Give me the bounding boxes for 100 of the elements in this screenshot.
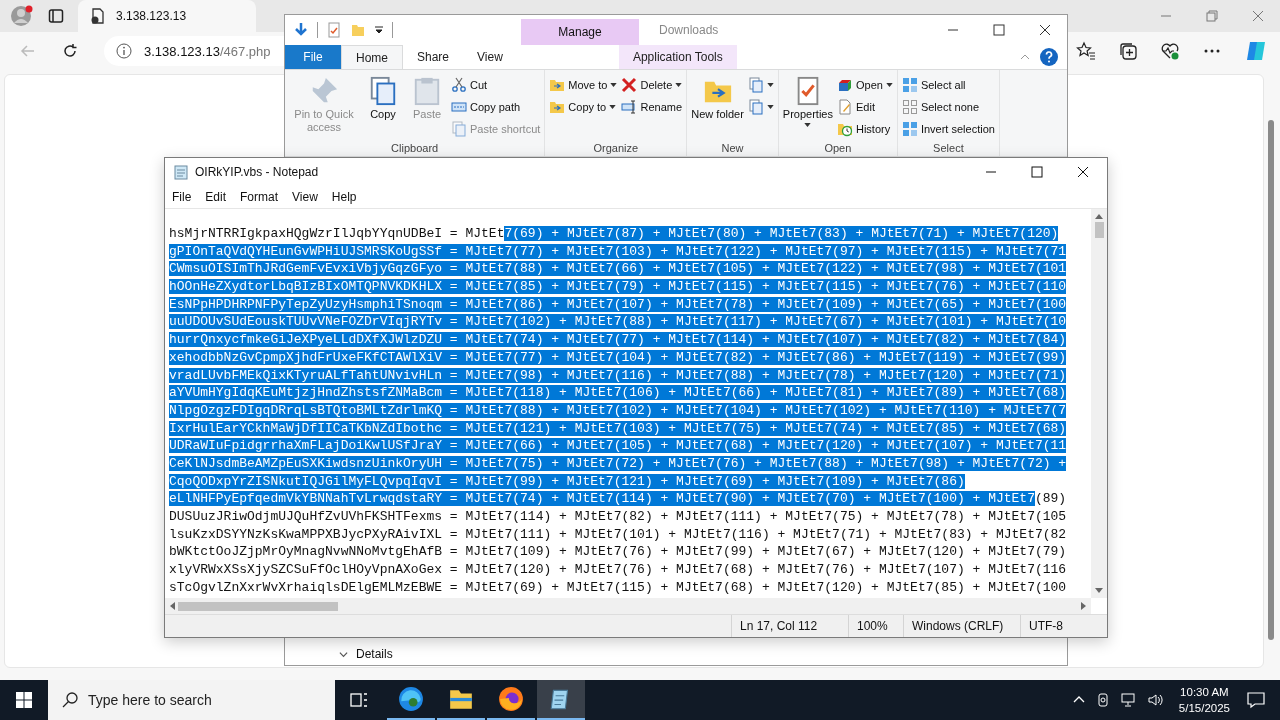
status-text: UTF-8 (1020, 615, 1107, 637)
help-icon[interactable] (1039, 47, 1059, 67)
menu-item[interactable]: Edit (205, 190, 227, 204)
code-text: hOOnHeZXydtorLbqBIzBIxOMTQPNVKDKHLX = MJtEt7(85) + MJtEt7(79) + MJtEt7(115) + MJtEt7(115) + MJtEt7(76) + MJtEt7(110 (169, 279, 1067, 295)
firefox-icon (498, 686, 524, 712)
code-text: (89) (1034, 491, 1067, 507)
clock-date[interactable]: 5/15/2025 (1178, 700, 1230, 717)
code-text: UDRaWIuFpidgrrhaXmFLajDoiKwlUSfJraY = MJtEt7(66) + MJtEt7(105) + MJtEt7(68) + MJtEt7(120) + MJtEt7(107) + MJtEt7(11 (169, 438, 1067, 454)
favorites-icon[interactable] (1076, 41, 1096, 61)
properties-icon[interactable] (326, 22, 342, 38)
window-title: Downloads (659, 23, 719, 37)
code-text: IxrHulEarYCkhMaWjDfIICaTKbNZdIbothc = MJtEt7(121) + MJtEt7(103) + MJtEt7(75) + MJtEt7(74) + MJtEt7(85) + MJtEt7(68) (169, 420, 1067, 436)
close-icon[interactable] (1077, 166, 1089, 178)
ribbon-tab[interactable]: Application Tools (618, 45, 737, 69)
menu-item[interactable]: File (172, 190, 192, 204)
doc-icon (747, 98, 764, 115)
code-text: xehodbbNzGvCpmpXjhdFrUxeFKfCTAWlXiV = MJtEt7(77) + MJtEt7(104) + MJtEt7(82) + MJtEt7(86) + MJtEt7(119) + MJtEt7(99) (169, 349, 1067, 365)
ribbon-button[interactable]: Invert selection (899, 118, 997, 139)
clock-time[interactable]: 10:30 AM (1180, 683, 1229, 700)
ribbon-button[interactable]: Cut (449, 74, 543, 95)
health-icon[interactable] (1160, 41, 1180, 61)
code-text: 7(69) + MJtEt7(87) + MJtEt7(80) + MJtEt7(83) + MJtEt7(71) + MJtEt7(120) (504, 226, 1059, 241)
ribbon-button[interactable]: Edit (835, 96, 895, 117)
code-text: gPIOnTaQVdQYHEunGvWPHiUJSMRSKoUgSSf = MJtEt7(77) + MJtEt7(103) + MJtEt7(122) + MJtEt7(97) + MJtEt7(115) + MJtEt7(71 (169, 243, 1067, 259)
ribbon-button[interactable]: Copy (361, 72, 405, 142)
refresh-icon[interactable] (62, 43, 78, 59)
maximize-icon[interactable] (993, 24, 1005, 36)
profile-icon[interactable] (10, 4, 34, 28)
doc-icon (451, 120, 467, 137)
ribbon-button[interactable]: Open (835, 74, 895, 95)
collections-icon[interactable] (1118, 41, 1138, 61)
network-icon[interactable] (1120, 692, 1137, 708)
ribbon-button[interactable]: Properties (780, 72, 835, 142)
dropdown-icon[interactable] (374, 25, 384, 35)
chevron-icon (339, 649, 348, 659)
doc-icon (747, 76, 764, 93)
code-text: lsuKzxDSYYNzKsKwaMPPXBJycPXyRAivIXL = MJtEt7(111) + MJtEt7(101) + MJtEt7(116) + MJtEt7(71) + MJtEt7(83) + MJtEt7(82 (169, 526, 1067, 542)
taskbar-app[interactable] (537, 680, 585, 720)
copilot-icon[interactable] (1244, 39, 1268, 63)
code-text: eLlNHFPyEpfqedmVkYBNNahTvLrwqdstaRY = MJtEt7(74) + MJtEt7(114) + MJtEt7(90) + MJtEt7(70) + MJtEt7(100) + MJtEt7 (169, 491, 1035, 507)
maximize-icon[interactable] (1031, 166, 1043, 178)
group-label: Open (823, 142, 853, 155)
right-arrow-icon[interactable] (1081, 602, 1087, 610)
gridempty-icon (901, 98, 918, 115)
ribbon-button[interactable]: History (835, 118, 895, 139)
group-label: Select (932, 142, 965, 155)
windows-icon[interactable] (16, 692, 32, 708)
browser-tab[interactable]: 3.138.123.13 (78, 0, 256, 32)
notification-icon[interactable] (1246, 690, 1266, 710)
ribbon-button[interactable]: Delete (619, 74, 685, 95)
code-text: vradLUvbFMEkQixKTyruALfTahtUNvivHLn = MJtEt7(98) + MJtEt7(116) + MJtEt7(88) + MJtEt7(78) + MJtEt7(120) + MJtEt7(71) (169, 367, 1067, 383)
details-toggle[interactable]: Details (339, 647, 393, 661)
ribbon-tab[interactable]: File (285, 45, 341, 69)
ribbon-button[interactable]: Select none (899, 96, 997, 117)
ribbon-button[interactable]: Copy to (547, 96, 620, 117)
code-text: uuUDOUvSUdEouskTUUvVNeFOZDrVIqjRYTv = MJtEt7(102) + MJtEt7(88) + MJtEt7(117) + MJtEt7(67) + MJtEt7(101) + MJtEt7(10 (169, 314, 1067, 330)
caret-icon (804, 122, 812, 127)
doc-icon (368, 76, 398, 106)
menu-item[interactable]: Help (331, 190, 357, 204)
rename-icon (621, 98, 638, 115)
group-label: Clipboard (390, 142, 440, 155)
down-arrow-icon[interactable] (1095, 588, 1103, 594)
tab-actions-icon[interactable] (48, 8, 64, 24)
code-text: bWKtctOoJZjpMrOyMnagNvwNNoMvtgEhAfB = MJtEt7(109) + MJtEt7(76) + MJtEt7(99) + MJtEt7(67) + MJtEt7(120) + MJtEt7(79) (169, 544, 1067, 560)
page-icon (90, 8, 106, 24)
ribbon-tab[interactable]: Home (341, 45, 403, 69)
edit-icon (837, 98, 853, 115)
ribbon-button[interactable]: Select all (899, 74, 997, 95)
search-field[interactable]: Type here to search (48, 680, 335, 720)
clip-icon (412, 76, 442, 106)
up-arrow-icon[interactable] (1095, 213, 1103, 219)
group-label: Organize (592, 142, 640, 155)
caret-icon (885, 82, 893, 87)
scroll-thumb[interactable] (178, 601, 338, 611)
code-text: DUSUuzJRiwOdjmUJQuHfZvUVhFKSHTFexms = MJtEt7(114) + MJtEt7(82) + MJtEt7(111) + MJtEt7(75) + MJtEt7(78) + MJtEt7(105 (169, 509, 1067, 524)
ribbon-button[interactable]: New folder (689, 72, 746, 142)
task-view-icon[interactable] (349, 690, 369, 710)
menu-item[interactable]: View (292, 190, 318, 204)
ribbon-button[interactable]: Move to (547, 74, 620, 95)
info-icon (116, 43, 132, 59)
code-text: EsNPpHPDHRPNFPyTepZyUzyHsmphiTSnoqm = MJtEt7(86) + MJtEt7(107) + MJtEt7(78) + MJtEt7(109) + MJtEt7(65) + MJtEt7(100 (169, 296, 1067, 312)
address-bar[interactable]: 3.138.123.13/467.php (104, 36, 284, 66)
scroll-thumb[interactable] (1094, 222, 1104, 238)
volume-icon[interactable] (1146, 692, 1163, 708)
grid-icon (901, 76, 918, 93)
close-icon[interactable] (1039, 24, 1051, 36)
ribbon-button[interactable]: Rename (619, 96, 685, 117)
left-arrow-icon[interactable] (169, 602, 175, 610)
edge-icon (398, 686, 424, 712)
scroll-thumb[interactable] (1268, 120, 1274, 640)
menu-item[interactable]: Format (240, 190, 279, 204)
code-text: xlyVRWxXSsXjySZCSuFfOclHOyVpnAXoGex = MJtEt7(120) + MJtEt7(76) + MJtEt7(68) + MJtEt7(76) + MJtEt7(107) + MJtEt7(116 (169, 562, 1067, 578)
scrollbar[interactable] (165, 598, 1091, 614)
x-icon (621, 76, 638, 93)
status-text: 100% (848, 615, 903, 637)
quick-access-icon[interactable] (293, 22, 309, 38)
ribbon-button[interactable]: Copy path (449, 96, 543, 117)
code-text: CqoQODxpYrZISNkutIQJGilMyFLQvpqIqvI = MJtEt7(99) + MJtEt7(121) + MJtEt7(69) + MJtEt7(109) + MJtEt7(86) (169, 473, 965, 489)
scrollbar[interactable] (1091, 209, 1107, 598)
caret-icon (610, 82, 618, 87)
